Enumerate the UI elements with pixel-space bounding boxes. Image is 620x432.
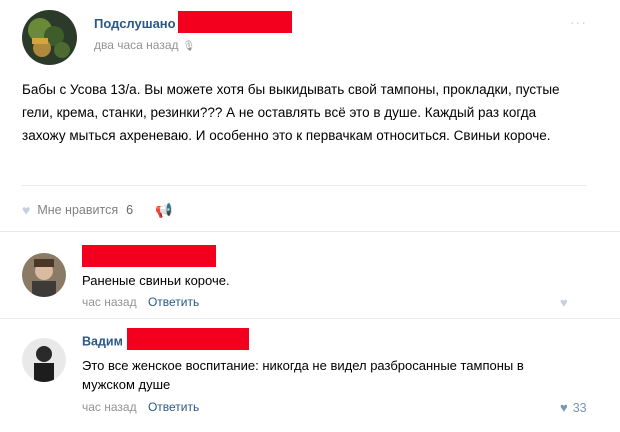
like-label[interactable]: Мне нравится	[37, 203, 118, 217]
comment-time[interactable]: час назад	[82, 400, 137, 414]
comment-meta: час назад Ответить	[82, 400, 199, 414]
redaction-block	[82, 245, 216, 267]
commenter-avatar[interactable]	[22, 253, 66, 297]
commenter-name[interactable]	[82, 245, 216, 267]
post-time-label[interactable]: два часа назад	[94, 38, 179, 52]
post-text: Бабы с Усова 13/а. Вы можете хотя бы вык…	[22, 82, 560, 143]
comment-meta: час назад Ответить	[82, 295, 199, 309]
comment-like[interactable]: ♥	[560, 295, 568, 310]
comment: Раненые свиньи короче. час назад Ответит…	[0, 233, 620, 319]
redaction-block	[126, 328, 249, 350]
microphone-icon: 🎙	[182, 41, 196, 52]
like-bar: ♥ Мне нравится 6 📢	[22, 200, 172, 220]
heart-icon[interactable]: ♥	[22, 202, 30, 218]
comment-text: Это все женское воспитание: никогда не в…	[82, 358, 524, 392]
commenter-name-label[interactable]: Вадим	[82, 334, 123, 348]
reply-button[interactable]: Ответить	[148, 295, 199, 309]
post-author-name[interactable]: Подслушано	[94, 10, 292, 33]
comment-text: Раненые свиньи короче.	[82, 273, 230, 288]
divider	[22, 185, 586, 186]
post-author-label[interactable]: Подслушано	[94, 16, 176, 31]
post-timestamp[interactable]: два часа назад 🎙	[94, 38, 195, 52]
more-dots-icon[interactable]: ···	[570, 14, 587, 30]
commenter-avatar[interactable]	[22, 338, 66, 382]
comment-like-count[interactable]: 33	[573, 401, 587, 415]
redaction-block	[177, 10, 292, 33]
commenter-name[interactable]: Вадим	[82, 328, 249, 350]
like-count[interactable]: 6	[126, 203, 133, 217]
heart-icon[interactable]: ♥	[560, 400, 568, 415]
comment-time[interactable]: час назад	[82, 295, 137, 309]
comment-like[interactable]: ♥ 33	[560, 400, 587, 415]
group-avatar[interactable]	[22, 10, 77, 65]
reply-button[interactable]: Ответить	[148, 400, 199, 414]
wall-post: Подслушано два часа назад 🎙 ··· Бабы с Ус…	[0, 0, 620, 232]
megaphone-icon[interactable]: 📢	[155, 202, 172, 219]
heart-icon[interactable]: ♥	[560, 295, 568, 310]
comment: Вадим Это все женское воспитание: никогд…	[0, 320, 620, 432]
